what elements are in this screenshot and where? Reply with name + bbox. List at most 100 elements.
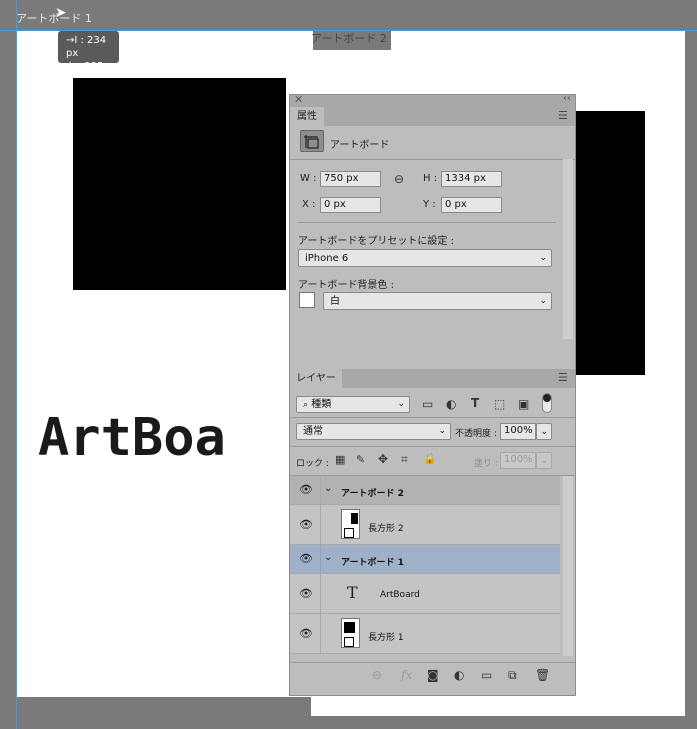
adjustment-layer-icon[interactable]: ◐	[454, 668, 464, 682]
trash-icon[interactable]: 🗑	[535, 668, 550, 682]
divider	[290, 417, 575, 418]
lock-artboard-icon[interactable]: ⌗	[401, 452, 408, 467]
eye-column-divider	[320, 476, 321, 504]
opacity-dropdown[interactable]: ⌄	[536, 423, 552, 440]
bg-color-value: 白	[330, 296, 340, 307]
eye-column-divider	[320, 614, 321, 653]
collapse-icon[interactable]: ‹‹	[563, 93, 571, 104]
divider	[298, 222, 556, 223]
w-label: W :	[300, 173, 317, 184]
artboard-tool-icon	[300, 130, 324, 152]
chevron-down-icon: ⌄	[539, 296, 547, 306]
width-input[interactable]: 750 px	[320, 171, 381, 187]
filter-toggle[interactable]	[542, 393, 552, 413]
filter-type-icon[interactable]: T	[471, 396, 479, 410]
panel-titlebar[interactable]: ✕ ‹‹	[290, 93, 575, 107]
layer-name: アートボード 1	[341, 558, 404, 568]
fill-dropdown[interactable]: ⌄	[536, 452, 552, 469]
fill-label: 塗り :	[474, 459, 498, 469]
divider	[290, 446, 575, 447]
new-group-icon[interactable]: ▭	[481, 668, 492, 682]
eye-column-divider	[320, 545, 321, 573]
filter-adjustment-icon[interactable]: ◐	[446, 397, 456, 411]
eye-icon[interactable]: 👁	[299, 483, 313, 496]
blend-mode-value: 通常	[303, 426, 323, 437]
tooltip-height: ↓ : 985 px	[66, 61, 119, 72]
y-input[interactable]: 0 px	[441, 197, 502, 213]
tooltip-width: →I : 234 px	[66, 35, 107, 59]
rectangle-1[interactable]	[73, 78, 286, 290]
artboard-2-top	[391, 30, 685, 50]
lock-move-icon[interactable]: ✥	[378, 452, 388, 466]
x-input[interactable]: 0 px	[320, 197, 381, 213]
text-layer-icon: T	[347, 583, 358, 602]
height-input[interactable]: 1334 px	[441, 171, 502, 187]
preset-label: アートボードをプリセットに設定 :	[298, 236, 454, 247]
layer-thumbnail	[341, 618, 360, 648]
search-icon: ⌕	[303, 400, 309, 410]
layer-row-artboard-text[interactable]: 👁 T ArtBoard	[290, 574, 560, 614]
chevron-down-icon: ⌄	[540, 427, 548, 437]
lock-all-icon[interactable]: 🔒	[423, 452, 437, 465]
add-mask-icon[interactable]: ◙	[427, 668, 439, 682]
chevron-down-icon: ⌄	[539, 253, 547, 263]
filter-pixel-icon[interactable]: ▭	[422, 397, 433, 411]
properties-menu-icon[interactable]: ☰	[558, 109, 568, 122]
layers-bottom-toolbar: ⊖ fx ◙ ◐ ▭ ⧉ 🗑	[290, 662, 575, 689]
lock-transparent-icon[interactable]: ▦	[335, 453, 345, 466]
eye-icon[interactable]: 👁	[299, 587, 313, 600]
artboard-1-label[interactable]: アートボード 1	[16, 10, 92, 26]
bg-color-label: アートボード背景色 :	[298, 280, 394, 291]
link-icon[interactable]: ⊖	[394, 172, 404, 186]
h-label: H :	[423, 173, 438, 184]
layer-row-rectangle-2[interactable]: 👁 長方形 2	[290, 505, 560, 545]
layers-menu-icon[interactable]: ☰	[558, 371, 568, 384]
preset-value: iPhone 6	[305, 253, 349, 264]
lock-label: ロック :	[296, 459, 329, 469]
layer-name: 長方形 1	[368, 633, 404, 643]
layer-row-artboard-2[interactable]: 👁 ⌄ アートボード 2	[290, 476, 560, 505]
fx-icon[interactable]: fx	[401, 668, 412, 682]
layer-thumbnail	[341, 509, 360, 539]
link-layers-icon[interactable]: ⊖	[372, 668, 382, 682]
rectangle-2[interactable]	[575, 111, 645, 375]
x-label: X :	[302, 199, 316, 210]
properties-scrollbar[interactable]	[563, 159, 573, 339]
properties-tabbar	[290, 107, 575, 126]
y-label: Y :	[423, 199, 436, 210]
chevron-down-icon: ⌄	[540, 456, 548, 466]
eye-column-divider	[320, 574, 321, 613]
artboard-text-layer[interactable]: ArtBoa	[38, 408, 226, 468]
chevron-down-icon[interactable]: ⌄	[324, 483, 332, 494]
fill-input[interactable]: 100%	[500, 452, 536, 469]
filter-smartobject-icon[interactable]: ▣	[518, 397, 529, 411]
layer-filter-select[interactable]: ⌕ 種類 ⌄	[296, 396, 410, 413]
layer-row-artboard-1[interactable]: 👁 ⌄ アートボード 1	[290, 545, 560, 574]
bg-color-select[interactable]: 白 ⌄	[323, 292, 552, 310]
layer-row-rectangle-1[interactable]: 👁 長方形 1	[290, 614, 560, 654]
chevron-down-icon[interactable]: ⌄	[324, 552, 332, 563]
eye-column-divider	[320, 505, 321, 544]
guide-vertical	[16, 0, 17, 729]
chevron-down-icon: ⌄	[397, 399, 405, 409]
filter-shape-icon[interactable]: ⬚	[494, 397, 505, 411]
bg-color-swatch[interactable]	[299, 292, 315, 308]
opacity-label: 不透明度 :	[455, 429, 497, 439]
preset-select[interactable]: iPhone 6 ⌄	[298, 249, 552, 267]
tab-layers[interactable]: レイヤー	[290, 369, 342, 388]
new-layer-icon[interactable]: ⧉	[508, 668, 517, 683]
cursor-arrow-icon: ➤	[55, 5, 67, 21]
eye-icon[interactable]: 👁	[299, 627, 313, 640]
chevron-down-icon: ⌄	[438, 426, 446, 436]
opacity-input[interactable]: 100%	[500, 423, 536, 440]
eye-icon[interactable]: 👁	[299, 518, 313, 531]
tab-properties[interactable]: 属性	[290, 107, 324, 126]
artboard-2-label[interactable]: アートボード 2	[311, 30, 387, 46]
layers-scrollbar[interactable]	[563, 476, 573, 656]
lock-brush-icon[interactable]: ✎	[356, 453, 365, 466]
dimension-tooltip: →I : 234 px ↓ : 985 px	[58, 31, 119, 72]
close-icon[interactable]: ✕	[294, 93, 303, 106]
layer-name: アートボード 2	[341, 489, 404, 499]
eye-icon[interactable]: 👁	[299, 552, 313, 565]
blend-mode-select[interactable]: 通常 ⌄	[296, 423, 451, 440]
